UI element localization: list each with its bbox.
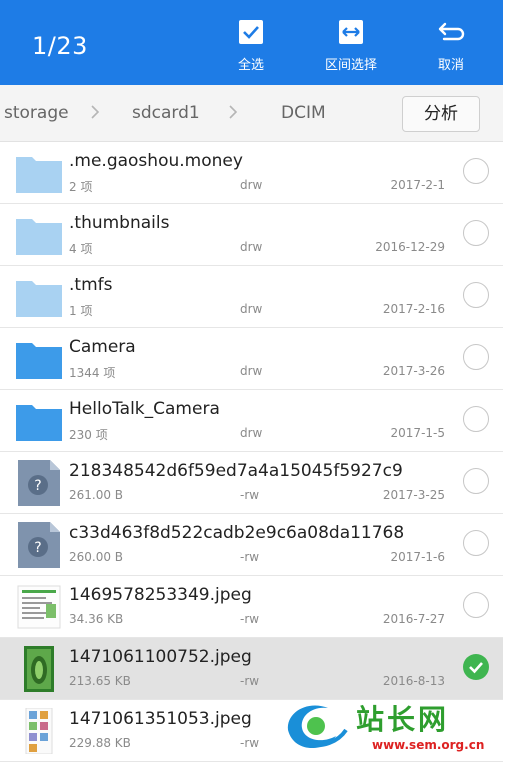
select-checkbox[interactable]	[463, 344, 489, 370]
svg-text:?: ?	[34, 540, 41, 556]
file-name: Camera	[69, 337, 136, 357]
file-info: 4 项	[69, 242, 93, 256]
image-thumbnail-icon	[24, 646, 54, 692]
image-thumbnail-icon	[17, 585, 61, 629]
file-name: .thumbnails	[69, 213, 170, 233]
list-item[interactable]: 1471061100752.jpeg 213.65 KB -rw 2016-8-…	[0, 638, 503, 700]
range-select-button[interactable]: 区间选择	[316, 18, 386, 73]
select-checkbox[interactable]	[463, 220, 489, 246]
file-permission: -rw	[240, 612, 260, 626]
breadcrumb-item-sdcard1[interactable]: sdcard1	[132, 103, 200, 123]
analyze-button[interactable]: 分析	[402, 96, 480, 132]
select-all-label: 全选	[237, 58, 264, 73]
file-name: c33d463f8d522cadb2e9c6a08da11768	[69, 523, 405, 543]
list-item[interactable]: HelloTalk_Camera 230 项 drw 2017-1-5	[0, 390, 503, 452]
check-icon	[469, 662, 483, 674]
folder-icon	[16, 405, 62, 441]
file-info: 230 项	[69, 428, 108, 442]
select-checkbox-checked[interactable]	[463, 654, 489, 680]
file-name: 1471061351053.jpeg	[69, 709, 252, 729]
file-info: 1 项	[69, 304, 93, 318]
cancel-label: 取消	[437, 58, 464, 73]
file-date: 2017-1-6	[390, 550, 445, 564]
select-checkbox[interactable]	[463, 158, 489, 184]
folder-icon	[16, 281, 62, 317]
chevron-right-icon	[229, 105, 238, 119]
range-select-label: 区间选择	[324, 58, 377, 73]
file-date: 2017-1-5	[390, 426, 445, 440]
file-date: 2016-12-29	[375, 240, 445, 254]
range-select-icon	[339, 20, 363, 44]
select-checkbox[interactable]	[463, 468, 489, 494]
watermark-url: www.sem.org.cn	[372, 738, 485, 752]
file-permission: -rw	[240, 550, 260, 564]
action-bar: 1/23 全选 区间选择 取消	[0, 0, 506, 85]
file-info: 1344 项	[69, 366, 116, 380]
file-name: 218348542d6f59ed7a4a15045f5927c9	[69, 461, 403, 481]
list-item[interactable]: ? 218348542d6f59ed7a4a15045f5927c9 261.0…	[0, 452, 503, 514]
file-permission: drw	[240, 178, 263, 192]
file-permission: drw	[240, 302, 263, 316]
selection-counter: 1/23	[32, 32, 88, 60]
file-permission: -rw	[240, 488, 260, 502]
file-permission: drw	[240, 426, 263, 440]
file-info: 34.36 KB	[69, 612, 124, 626]
watermark-text: 站长网	[356, 703, 450, 736]
folder-icon	[16, 343, 62, 379]
file-info: 261.00 B	[69, 488, 124, 502]
file-permission: -rw	[240, 736, 260, 750]
file-permission: -rw	[240, 674, 260, 688]
select-checkbox[interactable]	[463, 592, 489, 618]
cancel-button[interactable]: 取消	[416, 18, 486, 73]
file-info: 213.65 KB	[69, 674, 131, 688]
file-name: .me.gaoshou.money	[69, 151, 243, 171]
file-permission: drw	[240, 240, 263, 254]
list-item[interactable]: .thumbnails 4 项 drw 2016-12-29	[0, 204, 503, 266]
file-date: 2016-8-13	[382, 674, 445, 688]
breadcrumb-item-storage[interactable]: storage	[4, 103, 69, 123]
select-all-button[interactable]: 全选	[216, 18, 286, 73]
folder-icon	[16, 219, 62, 255]
file-list: .me.gaoshou.money 2 项 drw 2017-2-1 .thum…	[0, 142, 503, 762]
file-name: 1469578253349.jpeg	[69, 585, 252, 605]
list-item[interactable]: .me.gaoshou.money 2 项 drw 2017-2-1	[0, 142, 503, 204]
unknown-file-icon: ?	[18, 522, 60, 568]
folder-icon	[16, 157, 62, 193]
list-item[interactable]: ? c33d463f8d522cadb2e9c6a08da11768 260.0…	[0, 514, 503, 576]
watermark-logo: 站长网 www.sem.org.cn	[276, 692, 506, 762]
file-date: 2017-2-1	[390, 178, 445, 192]
svg-text:?: ?	[34, 478, 41, 494]
file-permission: drw	[240, 364, 263, 378]
file-info: 229.88 KB	[69, 736, 131, 750]
file-info: 2 项	[69, 180, 93, 194]
select-checkbox[interactable]	[463, 282, 489, 308]
breadcrumb-item-dcim[interactable]: DCIM	[281, 103, 326, 123]
file-info: 260.00 B	[69, 550, 124, 564]
chevron-right-icon	[91, 105, 100, 119]
unknown-file-icon: ?	[18, 460, 60, 506]
list-item[interactable]: Camera 1344 项 drw 2017-3-26	[0, 328, 503, 390]
list-item[interactable]: .tmfs 1 项 drw 2017-2-16	[0, 266, 503, 328]
file-date: 2016-7-27	[382, 612, 445, 626]
select-checkbox[interactable]	[463, 530, 489, 556]
file-name: HelloTalk_Camera	[69, 399, 220, 419]
file-name: 1471061100752.jpeg	[69, 647, 252, 667]
file-date: 2017-3-25	[382, 488, 445, 502]
file-date: 2017-3-26	[382, 364, 445, 378]
image-thumbnail-icon	[25, 708, 53, 754]
select-checkbox[interactable]	[463, 406, 489, 432]
file-date: 2017-2-16	[382, 302, 445, 316]
site-logo-icon	[287, 705, 348, 749]
select-all-icon	[239, 20, 263, 44]
cancel-icon	[438, 22, 465, 41]
file-name: .tmfs	[69, 275, 113, 295]
list-item[interactable]: 1469578253349.jpeg 34.36 KB -rw 2016-7-2…	[0, 576, 503, 638]
